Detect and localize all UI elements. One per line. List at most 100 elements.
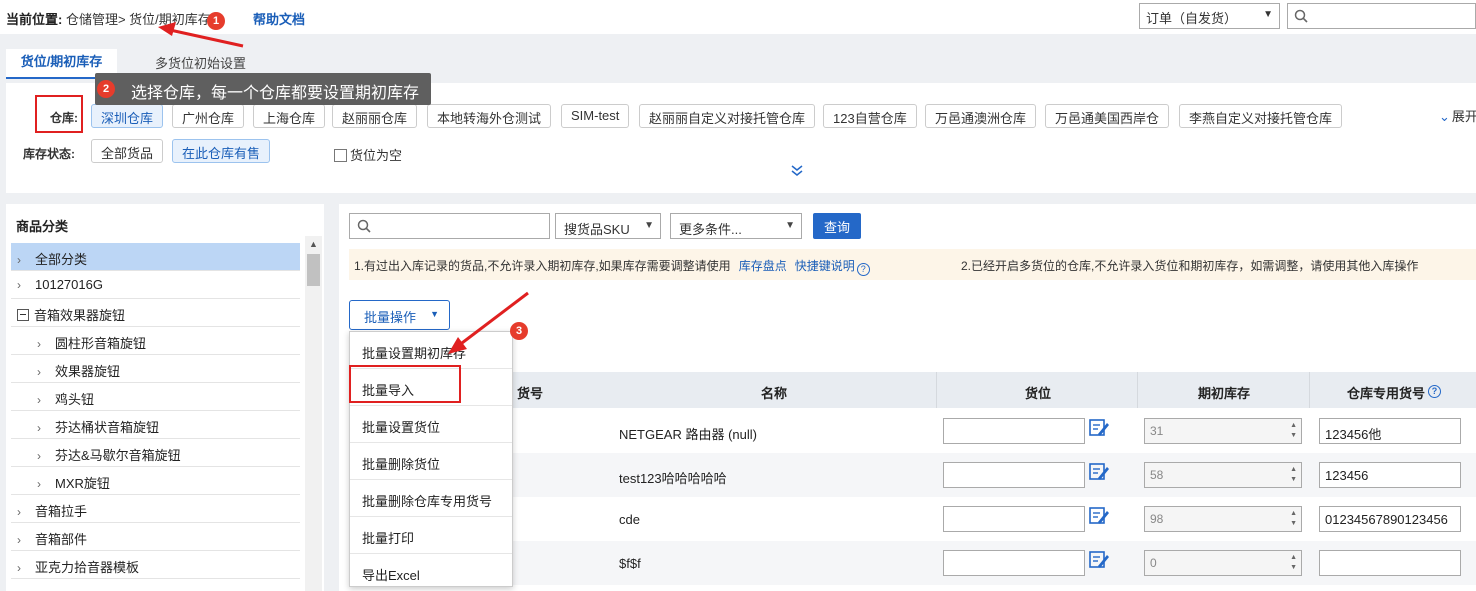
category-item[interactable]: › MXR旋钮: [11, 467, 300, 495]
product-search-input[interactable]: [349, 213, 550, 239]
initial-stock-stepper[interactable]: 58 ▲ ▼: [1144, 462, 1302, 488]
initial-stock-value: 31: [1150, 424, 1164, 438]
category-title: 商品分类: [16, 219, 69, 234]
wh-code-input[interactable]: 01234567890123456: [1319, 506, 1461, 532]
stock-status-option[interactable]: 全部货品: [91, 139, 164, 163]
chevron-right-icon: ›: [17, 561, 21, 575]
batch-operations-button[interactable]: 批量操作 ▼: [349, 300, 450, 330]
chevron-right-icon: ›: [37, 477, 41, 491]
annotation-badge: 3: [510, 322, 528, 340]
category-label: 亚克力拾音器模板: [35, 560, 140, 575]
category-label: 芬达桶状音箱旋钮: [55, 420, 160, 435]
stocktake-link[interactable]: 库存盘点: [739, 259, 787, 273]
warehouse-chip[interactable]: 123自营仓库: [823, 104, 917, 128]
chevron-down-icon: ▼: [785, 220, 795, 231]
wh-code-input[interactable]: 123456他: [1319, 418, 1461, 444]
col-header-wh-code: 仓库专用货号: [1347, 386, 1426, 401]
stepper-arrows-icon[interactable]: ▲ ▼: [1290, 509, 1297, 529]
product-name: test123哈哈哈哈哈: [619, 471, 727, 486]
menu-item-batch-print[interactable]: 批量打印: [350, 517, 512, 554]
tab-multi-location-setup[interactable]: 多货位初始设置: [155, 53, 246, 72]
category-item[interactable]: › 芬达桶状音箱旋钮: [11, 411, 300, 439]
wh-code-input[interactable]: 123456: [1319, 462, 1461, 488]
category-item[interactable]: › 音箱部件: [11, 523, 300, 551]
col-header-location: 货位: [1025, 386, 1052, 401]
category-label: 效果器旋钮: [55, 364, 121, 379]
empty-location-checkbox[interactable]: 货位为空: [334, 145, 402, 164]
warehouse-chip[interactable]: 赵丽丽自定义对接托管仓库: [639, 104, 816, 128]
stepper-arrows-icon[interactable]: ▲ ▼: [1290, 421, 1297, 441]
warehouse-chip[interactable]: 赵丽丽仓库: [332, 104, 418, 128]
location-input[interactable]: [943, 418, 1085, 444]
category-label: MXR旋钮: [55, 476, 110, 491]
column-divider: [1309, 372, 1310, 408]
order-type-select[interactable]: 订单（自发货） ▼: [1139, 3, 1280, 29]
category-scrollbar[interactable]: ▲: [305, 236, 322, 591]
search-field-select[interactable]: 搜货品SKU ▼: [555, 213, 661, 239]
chevron-right-icon: ›: [17, 278, 21, 292]
menu-item-batch-delete-location[interactable]: 批量删除货位: [350, 443, 512, 480]
wh-code-input[interactable]: [1319, 550, 1461, 576]
warehouse-chip[interactable]: 万邑通澳洲仓库: [925, 104, 1037, 128]
category-item[interactable]: › 芬达&马歇尔音箱旋钮: [11, 439, 300, 467]
menu-item-export-excel[interactable]: 导出Excel: [350, 554, 512, 591]
chevron-right-icon: ›: [17, 253, 21, 267]
notice-bar: 1.有过出入库记录的货品,不允许录入期初库存,如果库存需要调整请使用 库存盘点 快捷…: [349, 249, 1476, 280]
help-question-icon[interactable]: ?: [1428, 385, 1441, 398]
location-input[interactable]: [943, 462, 1085, 488]
initial-stock-stepper[interactable]: 0 ▲ ▼: [1144, 550, 1302, 576]
location-input[interactable]: [943, 550, 1085, 576]
category-item[interactable]: 音箱效果器旋钮: [11, 299, 300, 327]
stepper-arrows-icon[interactable]: ▲ ▼: [1290, 465, 1297, 485]
category-item[interactable]: › 10127016G: [11, 271, 300, 299]
product-name: cde: [619, 512, 640, 527]
edit-icon[interactable]: [1088, 549, 1110, 574]
initial-stock-stepper[interactable]: 31 ▲ ▼: [1144, 418, 1302, 444]
double-chevron-down-icon[interactable]: [790, 163, 804, 180]
menu-item-batch-set-initial-stock[interactable]: 批量设置期初库存: [350, 332, 512, 369]
stock-status-option[interactable]: 在此仓库有售: [172, 139, 271, 163]
top-search-input[interactable]: [1287, 3, 1476, 29]
notice-text-1: 1.有过出入库记录的货品,不允许录入期初库存,如果库存需要调整请使用: [354, 259, 731, 273]
wh-code-value: 123456: [1325, 468, 1369, 483]
annotation-badge: 2: [97, 80, 115, 98]
category-item[interactable]: › 圆柱形音箱旋钮: [11, 327, 300, 355]
warehouse-chip[interactable]: 广州仓库: [172, 104, 245, 128]
category-item[interactable]: › 亚克力拾音器模板: [11, 551, 300, 579]
warehouse-chip[interactable]: 深圳仓库: [91, 104, 164, 128]
edit-icon[interactable]: [1088, 505, 1110, 530]
warehouse-chip[interactable]: SIM-test: [561, 104, 630, 128]
warehouse-chip[interactable]: 李燕自定义对接托管仓库: [1179, 104, 1343, 128]
query-button[interactable]: 查询: [813, 213, 861, 239]
shortcut-help-link[interactable]: 快捷键说明: [795, 259, 855, 273]
collapse-icon[interactable]: [17, 309, 29, 321]
warehouse-chip[interactable]: 上海仓库: [253, 104, 326, 128]
location-input[interactable]: [943, 506, 1085, 532]
menu-item-batch-set-location[interactable]: 批量设置货位: [350, 406, 512, 443]
initial-stock-value: 98: [1150, 512, 1164, 526]
annotation-tooltip: 选择仓库，每一个仓库都要设置期初库存: [95, 73, 431, 105]
help-question-icon[interactable]: ?: [856, 263, 870, 276]
category-item[interactable]: › 全部分类: [11, 243, 300, 271]
category-label: 圆柱形音箱旋钮: [55, 336, 147, 351]
chevron-right-icon: ›: [37, 393, 41, 407]
edit-icon[interactable]: [1088, 461, 1110, 486]
category-item[interactable]: › 效果器旋钮: [11, 355, 300, 383]
stepper-arrows-icon[interactable]: ▲ ▼: [1290, 553, 1297, 573]
help-docs-link[interactable]: 帮助文档: [253, 9, 305, 28]
scroll-up-arrow-icon[interactable]: ▲: [305, 236, 322, 252]
more-conditions-select[interactable]: 更多条件... ▼: [670, 213, 802, 239]
chevron-right-icon: ›: [37, 449, 41, 463]
initial-stock-stepper[interactable]: 98 ▲ ▼: [1144, 506, 1302, 532]
menu-item-batch-delete-wh-code[interactable]: 批量删除仓库专用货号: [350, 480, 512, 517]
scrollbar-thumb[interactable]: [307, 254, 320, 286]
edit-icon[interactable]: [1088, 417, 1110, 442]
category-item[interactable]: › 音箱拉手: [11, 495, 300, 523]
search-icon: [357, 219, 371, 233]
category-item[interactable]: › 鸡头钮: [11, 383, 300, 411]
warehouse-chip[interactable]: 万邑通美国西岸仓: [1045, 104, 1170, 128]
col-header-name: 名称: [761, 386, 788, 401]
chevron-right-icon: ›: [37, 337, 41, 351]
expand-warehouses-button[interactable]: ⌄ 展开: [1439, 106, 1476, 125]
warehouse-chip[interactable]: 本地转海外仓测试: [427, 104, 552, 128]
